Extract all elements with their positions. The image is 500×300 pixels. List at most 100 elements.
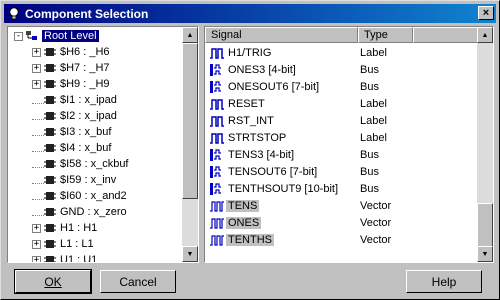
expand-icon[interactable]: + [32,255,41,262]
expand-icon[interactable]: + [32,63,41,73]
tree-item[interactable]: $I3 : x_buf [32,124,111,140]
cancel-button[interactable]: Cancel [100,270,176,293]
signal-row[interactable]: TENS3 [4-bit] Bus [205,146,475,163]
bus-icon [210,63,221,76]
signal-type: Bus [360,165,379,178]
expand-icon[interactable]: + [32,223,41,233]
tree-connector [32,128,44,136]
chip-icon [44,176,56,184]
tree-item[interactable]: + U1 : U1 [32,252,97,262]
expand-icon[interactable]: + [32,47,41,57]
signal-type: Label [360,131,387,144]
close-button[interactable]: × [478,6,494,20]
signal-name: H1/TRIG [228,46,272,59]
tree-connector [32,160,44,168]
arrow-up-icon: ▲ [186,31,194,39]
tree-item[interactable]: $I60 : x_and2 [32,188,127,204]
signal-row[interactable]: RST_INT Label [205,112,475,129]
pulse-icon [210,132,224,144]
signal-row[interactable]: RESET Label [205,95,475,112]
chip-icon [44,96,56,104]
help-button[interactable]: Help [406,270,482,293]
column-header-signal[interactable]: Signal [205,27,358,43]
tree-item[interactable]: $I4 : x_buf [32,140,111,156]
signal-row[interactable]: H1/TRIG Label [205,44,475,61]
signal-type: Bus [360,63,379,76]
tree-scroll-down-button[interactable]: ▼ [182,246,198,262]
signal-name: STRTSTOP [228,131,287,144]
signal-type: Label [360,97,387,110]
tree-item[interactable]: GND : x_zero [32,204,127,220]
signal-name: TENSOUT6 [7-bit] [228,165,318,178]
tree-item-label: L1 : L1 [60,238,94,250]
ok-button[interactable]: OK [14,269,92,294]
pulse-icon [210,47,224,59]
signal-list[interactable]: Signal Type H1/TRIG Label ONES3 [4-bit] Bus… [204,26,494,263]
column-header-type[interactable]: Type [358,27,413,43]
window-title: Component Selection [25,6,149,21]
signal-type: Vector [360,199,392,212]
signal-type: Label [360,114,387,127]
signal-name: ONES [226,216,262,229]
signal-row[interactable]: TENTHSOUT9 [10-bit] Bus [205,180,475,197]
tree-item[interactable]: $I2 : x_ipad [32,108,117,124]
tree-item-label: $H7 : _H7 [60,62,110,74]
signal-row[interactable]: ONESOUT6 [7-bit] Bus [205,78,475,95]
tree-item[interactable]: + L1 : L1 [32,236,94,252]
tree-item[interactable]: $I58 : x_ckbuf [32,156,129,172]
signal-rows: H1/TRIG Label ONES3 [4-bit] Bus ONESOUT6 [7-… [205,43,477,262]
vector-icon [210,217,224,229]
signal-scroll-down-button[interactable]: ▼ [477,246,493,262]
tree-item[interactable]: + $H7 : _H7 [32,60,110,76]
chip-icon [44,128,56,136]
arrow-down-icon: ▼ [481,250,489,258]
signal-scroll-thumb[interactable] [477,203,493,247]
signal-row[interactable]: ONES Vector [205,214,475,231]
title-bar[interactable]: Component Selection × [4,4,496,23]
chip-icon [44,160,56,168]
tree-item-label: $H9 : _H9 [60,78,110,90]
collapse-icon[interactable]: - [14,31,23,41]
tree-scroll-thumb[interactable] [182,43,198,199]
tree-item[interactable]: $I59 : x_inv [32,172,116,188]
signal-name: ONESOUT6 [7-bit] [228,80,320,93]
expand-icon[interactable]: + [32,239,41,249]
signal-vertical-scrollbar[interactable]: ▲ ▼ [477,27,493,262]
tree-connector [32,144,44,152]
signal-scroll-up-button[interactable]: ▲ [477,27,493,43]
tree-connector [32,192,44,200]
tree-scroll-up-button[interactable]: ▲ [182,27,198,43]
signal-name: TENTHSOUT9 [10-bit] [228,182,339,195]
tree-item-label: Root Level [42,30,99,42]
tree-item-label: $I1 : x_ipad [60,94,117,106]
tree-item[interactable]: + $H6 : _H6 [32,44,110,60]
chip-icon [44,112,56,120]
chip-icon [44,144,56,152]
tree-item-label: H1 : H1 [60,222,98,234]
component-tree[interactable]: - Root Level + $H6 : _H6 + $H7 : _H7 + $H9 : _H… [7,26,199,263]
signal-row[interactable]: TENSOUT6 [7-bit] Bus [205,163,475,180]
expand-icon[interactable]: + [32,79,41,89]
signal-row[interactable]: STRTSTOP Label [205,129,475,146]
signal-row[interactable]: ONES3 [4-bit] Bus [205,61,475,78]
tree-item[interactable]: - Root Level [14,28,99,44]
tree-item[interactable]: + $H9 : _H9 [32,76,110,92]
tree-vertical-scrollbar[interactable]: ▲ ▼ [182,27,198,262]
hierarchy-icon [26,31,37,40]
tree-item[interactable]: $I1 : x_ipad [32,92,117,108]
signal-type: Label [360,46,387,59]
signal-type: Vector [360,216,392,229]
chip-icon [44,48,56,56]
chip-icon [44,224,56,232]
chip-icon [44,256,56,262]
bus-icon [210,148,221,161]
signal-type: Bus [360,80,379,93]
tree-item-label: $I60 : x_and2 [60,190,127,202]
signal-row[interactable]: TENS Vector [205,197,475,214]
tree-item-label: $H6 : _H6 [60,46,110,58]
signal-name: TENTHS [226,233,274,246]
chip-icon [44,208,56,216]
signal-row[interactable]: TENTHS Vector [205,231,475,248]
tree-item[interactable]: + H1 : H1 [32,220,97,236]
chip-icon [44,64,56,72]
